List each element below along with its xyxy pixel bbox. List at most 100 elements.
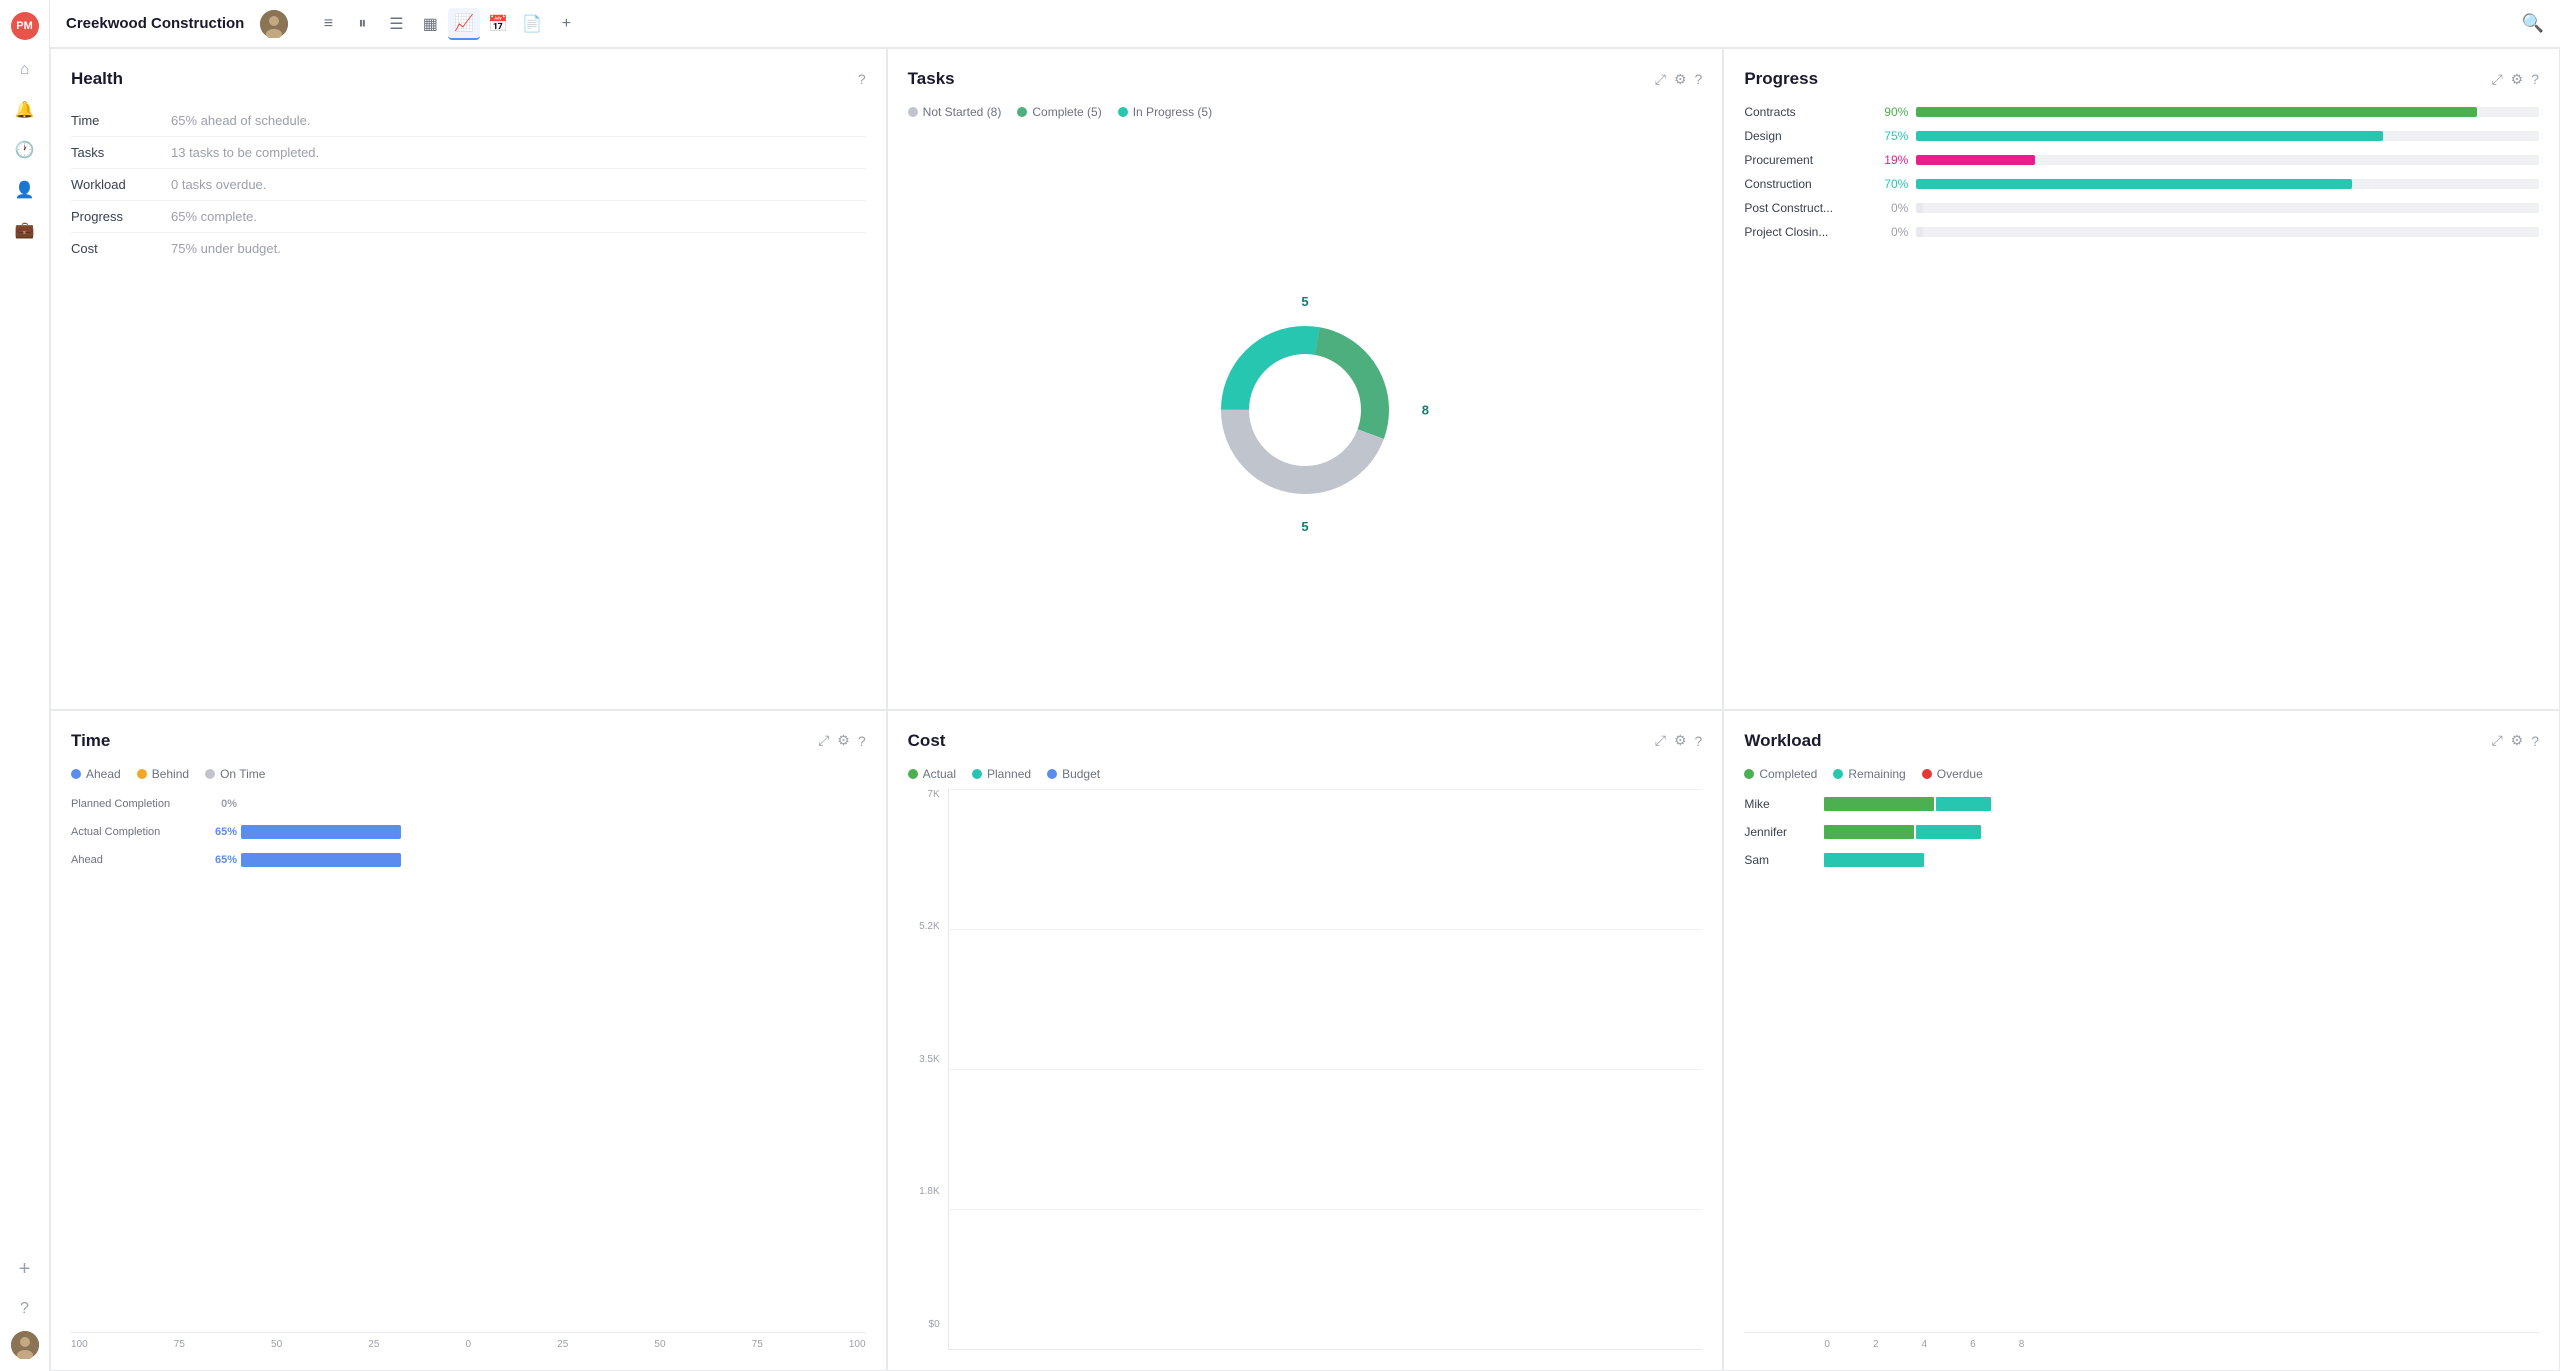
nav-icon-rows[interactable]: ☰ (380, 8, 412, 40)
progress-controls: ⤢ ⚙ ? (2491, 71, 2539, 88)
progress-bar-fill-construction (1916, 179, 2352, 189)
sidebar-help-icon[interactable]: ? (7, 1291, 43, 1327)
workload-expand-icon[interactable]: ⤢ (2491, 732, 2502, 749)
donut-label-top: 5 (1301, 294, 1308, 309)
workload-axis-labels: 0 2 4 6 8 (1824, 1339, 2024, 1350)
legend-actual: Actual (908, 767, 956, 781)
time-label-ahead: Ahead (71, 854, 201, 866)
cost-gear-icon[interactable]: ⚙ (1674, 732, 1687, 749)
time-bar-actual (241, 825, 401, 839)
sidebar-clock-icon[interactable]: 🕐 (7, 132, 43, 168)
sidebar-home-icon[interactable]: ⌂ (7, 52, 43, 88)
health-label-progress: Progress (71, 209, 171, 224)
nav-icon-columns[interactable]: ⏸ (346, 8, 378, 40)
time-value-planned: 0% (201, 798, 237, 810)
topbar-avatar[interactable] (260, 10, 288, 38)
tasks-gear-icon[interactable]: ⚙ (1674, 71, 1687, 88)
legend-dot-planned (972, 769, 982, 779)
legend-dot-on-time (205, 769, 215, 779)
health-panel: Health ? Time 65% ahead of schedule. Tas… (50, 48, 887, 710)
tasks-panel-header: Tasks ⤢ ⚙ ? (908, 69, 1703, 89)
progress-help-icon[interactable]: ? (2531, 71, 2539, 87)
nav-icon-grid[interactable]: ▦ (414, 8, 446, 40)
health-label-cost: Cost (71, 241, 171, 256)
progress-row-project-closing: Project Closin... 0% (1744, 225, 2539, 239)
time-axis-25-left: 25 (368, 1339, 379, 1350)
workload-name-sam: Sam (1744, 853, 1824, 867)
workload-panel: Workload ⤢ ⚙ ? Completed Remaining (1723, 710, 2560, 1371)
progress-pct-design: 75% (1872, 129, 1908, 143)
workload-axis-6: 6 (1970, 1339, 1976, 1350)
workload-controls: ⤢ ⚙ ? (2491, 732, 2539, 749)
time-row-ahead: Ahead 65% (71, 853, 866, 867)
time-bar-container-planned (241, 797, 866, 811)
legend-completed: Completed (1744, 767, 1817, 781)
legend-dot-overdue (1922, 769, 1932, 779)
time-expand-icon[interactable]: ⤢ (818, 732, 829, 749)
cost-grid (948, 789, 1703, 1351)
health-label-time: Time (71, 113, 171, 128)
progress-bar-fill-procurement (1916, 155, 2034, 165)
legend-label-on-time: On Time (220, 767, 265, 781)
sidebar-bell-icon[interactable]: 🔔 (7, 92, 43, 128)
progress-gear-icon[interactable]: ⚙ (2511, 71, 2524, 88)
health-table: Time 65% ahead of schedule. Tasks 13 tas… (71, 105, 866, 264)
workload-remaining-bar-jennifer (1916, 825, 1981, 839)
time-axis-50-right: 50 (654, 1339, 665, 1350)
time-title: Time (71, 731, 110, 751)
time-axis-75-right: 75 (752, 1339, 763, 1350)
workload-bars-jennifer (1824, 825, 1981, 839)
legend-label-overdue: Overdue (1937, 767, 1983, 781)
workload-help-icon[interactable]: ? (2531, 733, 2539, 749)
progress-bar-bg-construction (1916, 179, 2539, 189)
progress-panel: Progress ⤢ ⚙ ? Contracts 90% (1723, 48, 2560, 710)
workload-remaining-bar-sam (1824, 853, 1924, 867)
search-icon[interactable]: 🔍 (2522, 13, 2544, 34)
workload-axis-8: 8 (2019, 1339, 2025, 1350)
progress-panel-header: Progress ⤢ ⚙ ? (1744, 69, 2539, 89)
workload-name-mike: Mike (1744, 797, 1824, 811)
legend-dot-in-progress (1118, 107, 1128, 117)
time-help-icon[interactable]: ? (858, 733, 866, 749)
cost-help-icon[interactable]: ? (1695, 733, 1703, 749)
tasks-help-icon[interactable]: ? (1695, 71, 1703, 87)
workload-x-axis: 0 2 4 6 8 (1744, 1332, 2539, 1350)
health-row-progress: Progress 65% complete. (71, 201, 866, 233)
sidebar-people-icon[interactable]: 👤 (7, 172, 43, 208)
legend-overdue: Overdue (1922, 767, 1983, 781)
health-help-icon[interactable]: ? (858, 71, 866, 87)
progress-row-construction: Construction 70% (1744, 177, 2539, 191)
legend-planned: Planned (972, 767, 1031, 781)
sidebar-add-icon[interactable]: + (7, 1251, 43, 1287)
nav-icon-chart[interactable]: 📈 (448, 8, 480, 40)
health-label-tasks: Tasks (71, 145, 171, 160)
legend-label-in-progress: In Progress (5) (1133, 105, 1212, 119)
time-controls: ⤢ ⚙ ? (818, 732, 866, 749)
nav-icon-calendar[interactable]: 📅 (482, 8, 514, 40)
health-controls: ? (858, 71, 866, 87)
cost-expand-icon[interactable]: ⤢ (1655, 732, 1666, 749)
nav-icon-doc[interactable]: 📄 (516, 8, 548, 40)
sidebar-briefcase-icon[interactable]: 💼 (7, 212, 43, 248)
progress-label-post-construct: Post Construct... (1744, 201, 1864, 215)
time-label-planned: Planned Completion (71, 798, 201, 810)
time-label-actual: Actual Completion (71, 826, 201, 838)
sidebar-avatar[interactable] (11, 1331, 39, 1359)
time-bar-container-actual (241, 825, 866, 839)
health-value-cost: 75% under budget. (171, 241, 281, 256)
workload-row-mike: Mike (1744, 797, 2539, 811)
legend-label-complete: Complete (5) (1032, 105, 1101, 119)
nav-icon-list[interactable]: ≡ (312, 8, 344, 40)
nav-icon-add[interactable]: + (550, 8, 582, 40)
progress-bar-bg-design (1916, 131, 2539, 141)
progress-expand-icon[interactable]: ⤢ (2491, 71, 2502, 88)
legend-label-remaining: Remaining (1848, 767, 1905, 781)
progress-bar-bg-procurement (1916, 155, 2539, 165)
health-value-time: 65% ahead of schedule. (171, 113, 311, 128)
time-gear-icon[interactable]: ⚙ (837, 732, 850, 749)
cost-y-35k: 3.5K (908, 1054, 940, 1065)
legend-dot-budget (1047, 769, 1057, 779)
workload-gear-icon[interactable]: ⚙ (2511, 732, 2524, 749)
tasks-expand-icon[interactable]: ⤢ (1655, 71, 1666, 88)
legend-budget: Budget (1047, 767, 1100, 781)
